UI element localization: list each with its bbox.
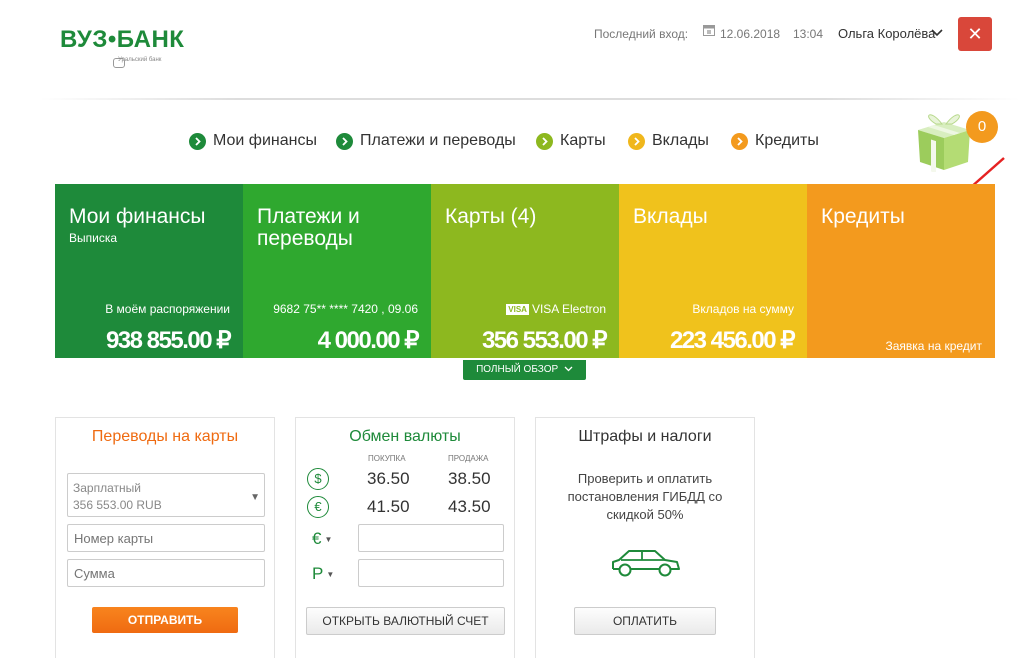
- logo[interactable]: ВУЗ•БАНК: [60, 26, 184, 54]
- tile-my-finances[interactable]: Мои финансы Выписка В моём распоряжении …: [55, 184, 243, 358]
- dropdown-arrow-icon: ▼: [250, 492, 260, 503]
- sell-header: ПРОДАЖА: [448, 454, 489, 463]
- buy-header: ПОКУПКА: [368, 454, 406, 463]
- tile-deposits[interactable]: Вклады Вкладов на сумму 223 456.00 ₽: [619, 184, 807, 358]
- pay-button[interactable]: ОПЛАТИТЬ: [574, 607, 716, 635]
- fines-panel: Штрафы и налоги Проверить и оплатить пос…: [535, 417, 755, 658]
- tile-title: Кредиты: [821, 205, 905, 228]
- usd-sell-rate: 38.50: [448, 469, 491, 488]
- nav-label: Карты: [560, 132, 606, 149]
- tile-amount: 4 000.00 ₽: [317, 327, 420, 354]
- send-button[interactable]: ОТПРАВИТЬ: [92, 607, 238, 633]
- nav-label: Кредиты: [755, 132, 819, 149]
- tile-subtitle[interactable]: Выписка: [69, 231, 117, 245]
- chevron-right-icon: [336, 132, 353, 150]
- tile-title: Карты (4): [445, 205, 537, 228]
- nav-deposits[interactable]: Вклады: [628, 132, 709, 150]
- nav-payments[interactable]: Платежи и переводы: [336, 132, 516, 150]
- chevron-down-icon[interactable]: [931, 29, 943, 37]
- tile-amount: 223 456.00 ₽: [669, 327, 796, 354]
- header-divider: [40, 98, 1020, 100]
- transfer-panel: Переводы на карты Зарплатный 356 553.00 …: [55, 417, 275, 658]
- tile-caption: 9682 75** **** 7420 , 09.06: [273, 302, 418, 316]
- from-amount-input[interactable]: [358, 524, 504, 552]
- tile-caption: Вкладов на сумму: [692, 302, 794, 316]
- close-button[interactable]: ✕: [958, 17, 992, 51]
- visa-logo-icon: VISA: [506, 304, 529, 316]
- open-currency-account-button[interactable]: ОТКРЫТЬ ВАЛЮТНЫЙ СЧЕТ: [306, 607, 505, 635]
- tile-title: Вклады: [633, 205, 708, 228]
- card-type: VISA Electron: [531, 302, 606, 316]
- eur-sell-rate: 43.50: [448, 497, 491, 516]
- sum-input[interactable]: [67, 559, 265, 587]
- euro-icon: €: [307, 496, 329, 518]
- tile-amount: 938 855.00 ₽: [105, 327, 232, 354]
- panel-title: Обмен валюты: [349, 428, 461, 445]
- dropdown-arrow-icon: ▼: [326, 570, 335, 580]
- tile-payments[interactable]: Платежи и переводы 9682 75** **** 7420 ,…: [243, 184, 431, 358]
- nav-my-finances[interactable]: Мои финансы: [189, 132, 317, 150]
- fines-description: Проверить и оплатить постановления ГИБДД…: [567, 471, 723, 522]
- chevron-right-icon: [731, 132, 748, 150]
- usd-buy-rate: 36.50: [367, 469, 410, 488]
- tile-amount: 356 553.00 ₽: [481, 327, 608, 354]
- panel-title: Переводы на карты: [91, 428, 239, 445]
- tile-title: Платежи и переводы: [257, 205, 360, 250]
- to-currency-select[interactable]: Р ▼: [312, 564, 334, 584]
- last-login-date: 12.06.2018: [720, 27, 781, 41]
- car-icon: [612, 550, 680, 577]
- eur-buy-rate: 41.50: [367, 497, 410, 516]
- nav-label: Платежи и переводы: [360, 132, 516, 149]
- tile-credits[interactable]: Кредиты Заявка на кредит: [807, 184, 995, 358]
- dropdown-arrow-icon: ▼: [324, 535, 333, 545]
- tile-caption: В моём распоряжении: [105, 302, 230, 316]
- chevron-down-icon: [564, 366, 573, 372]
- last-login-label: Последний вход:: [594, 27, 689, 41]
- nav-cards[interactable]: Карты: [536, 132, 606, 150]
- tile-cards[interactable]: Карты (4) VISA VISA Electron 356 553.00 ₽: [431, 184, 619, 358]
- gift-count-badge[interactable]: 0: [966, 111, 998, 143]
- chevron-right-icon: [189, 132, 206, 150]
- nav-label: Вклады: [652, 132, 709, 149]
- chevron-right-icon: [536, 132, 553, 150]
- tile-caption: VISA VISA Electron: [506, 302, 606, 316]
- card-number-input[interactable]: [67, 524, 265, 552]
- from-currency: €: [312, 529, 322, 548]
- to-amount-input[interactable]: [358, 559, 504, 587]
- exchange-panel: Обмен валюты ПОКУПКА ПРОДАЖА $ 36.50 38.…: [295, 417, 515, 658]
- tile-title: Мои финансы: [69, 205, 206, 228]
- account-balance: 356 553.00 RUB: [73, 498, 162, 512]
- account-name: Зарплатный: [73, 481, 141, 495]
- logo-subtitle: Уральский банк: [118, 57, 162, 63]
- user-menu[interactable]: Ольга Королёва: [838, 26, 935, 41]
- to-currency: Р: [312, 564, 324, 583]
- calendar-icon: [703, 25, 715, 36]
- overview-label: ПОЛНЫЙ ОБЗОР: [476, 364, 559, 375]
- chevron-right-icon: [628, 132, 645, 150]
- nav-label: Мои финансы: [213, 132, 317, 149]
- last-login-time: 13:04: [793, 27, 824, 41]
- from-currency-select[interactable]: € ▼: [312, 529, 332, 549]
- panel-title: Штрафы и налоги: [578, 428, 712, 445]
- nav-credits[interactable]: Кредиты: [731, 132, 819, 150]
- full-overview-button[interactable]: ПОЛНЫЙ ОБЗОР: [463, 360, 586, 380]
- credit-application-link[interactable]: Заявка на кредит: [886, 339, 983, 353]
- account-select[interactable]: Зарплатный 356 553.00 RUB ▼: [67, 473, 265, 517]
- dollar-icon: $: [307, 468, 329, 490]
